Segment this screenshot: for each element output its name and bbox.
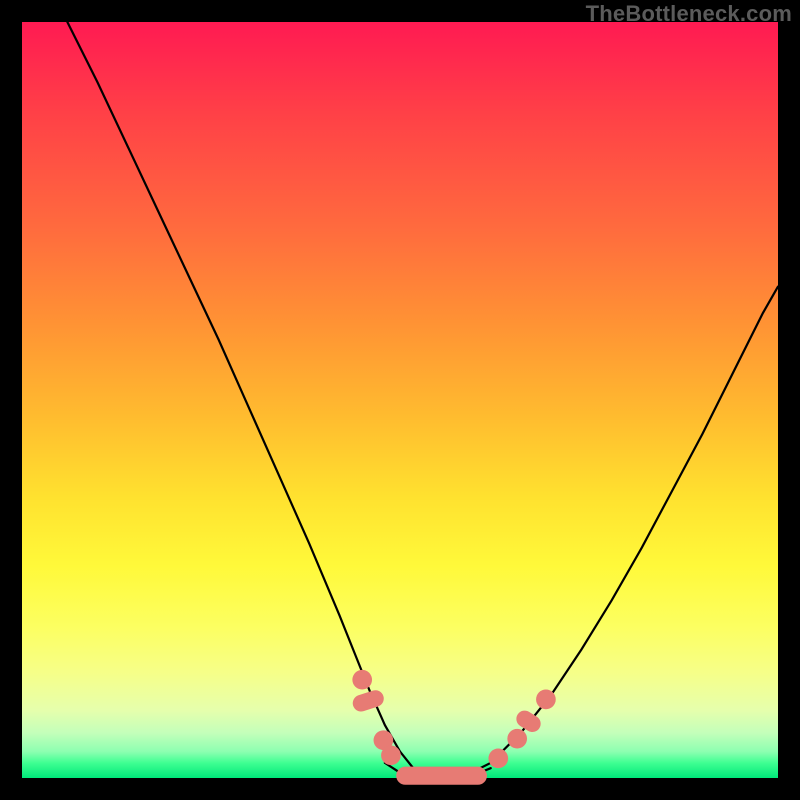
marker-circle-6 xyxy=(507,729,527,749)
marker-circle-5 xyxy=(488,749,508,769)
marker-circle-8 xyxy=(536,690,556,710)
chart-svg xyxy=(22,22,778,778)
curve-left-branch xyxy=(67,22,430,778)
marker-circle-0 xyxy=(352,670,372,690)
chart-curves xyxy=(67,22,778,778)
curve-right-branch xyxy=(460,287,778,778)
chart-markers xyxy=(351,670,556,785)
marker-circle-3 xyxy=(381,745,401,765)
marker-pill-1 xyxy=(351,688,386,714)
marker-pill-4 xyxy=(396,767,487,785)
